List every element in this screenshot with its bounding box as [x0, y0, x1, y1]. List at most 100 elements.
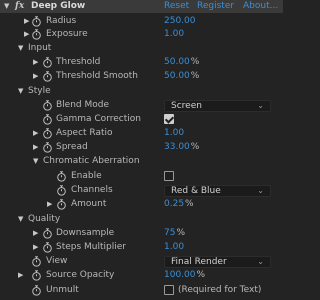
downsample-value[interactable]: 75	[164, 228, 175, 238]
chevron-down-icon: ⌄	[257, 101, 264, 110]
view-dropdown[interactable]: Final Render ⌄	[164, 256, 271, 268]
quality-group-label: Quality	[28, 214, 61, 224]
input-group-label: Input	[28, 43, 52, 53]
enable-checkbox[interactable]	[164, 171, 174, 181]
stopwatch-icon[interactable]	[42, 142, 53, 153]
downsample-field[interactable]: 75%	[164, 227, 185, 240]
channels-dropdown[interactable]: Red & Blue ⌄	[164, 185, 271, 197]
stopwatch-icon[interactable]	[56, 171, 67, 182]
stopwatch-icon[interactable]	[31, 285, 42, 296]
spread-field[interactable]: 33.00%	[164, 141, 199, 154]
fx-icon[interactable]: fx	[15, 0, 24, 13]
view-label: View	[46, 256, 68, 266]
property-row-aspect-ratio: ▶ Aspect Ratio 1.00	[0, 127, 283, 140]
group-row-style[interactable]: ▼ Style	[0, 85, 283, 98]
exposure-value[interactable]: 1.00	[164, 28, 184, 41]
chevron-down-icon: ⌄	[257, 257, 264, 266]
property-row-view: View Final Render ⌄	[0, 255, 283, 268]
triangle-right-icon[interactable]: ▶	[24, 28, 29, 41]
amount-value[interactable]: 0.25	[164, 199, 184, 209]
property-row-steps-multiplier: ▶ Steps Multiplier 1.00	[0, 241, 283, 254]
stopwatch-icon[interactable]	[42, 228, 53, 239]
stopwatch-icon[interactable]	[42, 71, 53, 82]
amount-field[interactable]: 0.25%	[164, 198, 194, 211]
blend-mode-dropdown[interactable]: Screen ⌄	[164, 100, 271, 112]
property-row-amount: ▶ Amount 0.25%	[0, 198, 283, 211]
stopwatch-icon[interactable]	[56, 185, 67, 196]
stopwatch-icon[interactable]	[31, 16, 42, 27]
threshold-value[interactable]: 50.00	[164, 57, 190, 67]
about-link[interactable]: About...	[243, 0, 278, 13]
effect-header-row[interactable]: ▼ fx Deep Glow Reset Register About...	[0, 0, 283, 13]
unmult-note: (Required for Text)	[178, 285, 262, 295]
triangle-right-icon[interactable]: ▶	[33, 141, 38, 154]
blend-mode-value: Screen	[171, 101, 202, 111]
property-row-threshold-smooth: ▶ Threshold Smooth 50.00%	[0, 70, 283, 83]
stopwatch-icon[interactable]	[42, 242, 53, 253]
stopwatch-icon[interactable]	[42, 57, 53, 68]
triangle-right-icon[interactable]: ▶	[33, 127, 38, 140]
stopwatch-icon[interactable]	[31, 29, 42, 40]
triangle-right-icon[interactable]: ▶	[24, 15, 29, 28]
stopwatch-icon[interactable]	[42, 114, 53, 125]
group-row-input[interactable]: ▼ Input	[0, 42, 283, 55]
triangle-down-icon[interactable]: ▼	[18, 213, 23, 226]
property-row-channels: Channels Red & Blue ⌄	[0, 184, 283, 197]
triangle-down-icon[interactable]: ▼	[18, 85, 23, 98]
property-row-unmult: Unmult (Required for Text)	[0, 284, 283, 297]
stopwatch-icon[interactable]	[31, 256, 42, 267]
source-opacity-field[interactable]: 100.00%	[164, 269, 205, 282]
triangle-down-icon[interactable]: ▼	[33, 155, 38, 168]
property-row-source-opacity: ▶ Source Opacity 100.00%	[0, 269, 283, 282]
spread-value[interactable]: 33.00	[164, 142, 190, 152]
property-row-downsample: ▶ Downsample 75%	[0, 227, 283, 240]
chromatic-aberration-label: Chromatic Aberration	[43, 156, 140, 166]
gamma-correction-checkbox[interactable]	[164, 114, 174, 124]
threshold-smooth-value[interactable]: 50.00	[164, 71, 190, 81]
steps-multiplier-value[interactable]: 1.00	[164, 241, 184, 254]
group-row-quality[interactable]: ▼ Quality	[0, 213, 283, 226]
source-opacity-value[interactable]: 100.00	[164, 270, 196, 280]
triangle-right-icon[interactable]: ▶	[33, 56, 38, 69]
triangle-down-icon[interactable]: ▼	[4, 0, 9, 13]
reset-link[interactable]: Reset	[164, 0, 189, 13]
property-row-radius: ▶ Radius 250.00	[0, 15, 283, 28]
enable-label: Enable	[71, 171, 102, 181]
property-row-blend-mode: Blend Mode Screen ⌄	[0, 99, 283, 112]
triangle-right-icon[interactable]: ▶	[33, 227, 38, 240]
style-group-label: Style	[28, 86, 51, 96]
aspect-ratio-value[interactable]: 1.00	[164, 127, 184, 140]
stopwatch-icon[interactable]	[42, 128, 53, 139]
radius-label: Radius	[46, 16, 77, 26]
property-row-threshold: ▶ Threshold 50.00%	[0, 56, 283, 69]
property-row-enable: Enable	[0, 170, 283, 183]
stopwatch-icon[interactable]	[42, 100, 53, 111]
source-opacity-unit: %	[196, 270, 206, 280]
effect-name: Deep Glow	[31, 1, 86, 11]
threshold-smooth-field[interactable]: 50.00%	[164, 70, 199, 83]
radius-value[interactable]: 250.00	[164, 15, 196, 28]
unmult-checkbox[interactable]	[164, 285, 174, 295]
triangle-right-icon[interactable]: ▶	[18, 269, 23, 282]
property-row-spread: ▶ Spread 33.00%	[0, 141, 283, 154]
triangle-down-icon[interactable]: ▼	[18, 42, 23, 55]
effect-controls-panel: ▼ fx Deep Glow Reset Register About... ▶…	[0, 0, 283, 300]
property-row-gamma-correction: Gamma Correction	[0, 113, 283, 126]
steps-multiplier-label: Steps Multiplier	[56, 242, 126, 252]
stopwatch-icon[interactable]	[31, 270, 42, 281]
threshold-field[interactable]: 50.00%	[164, 56, 199, 69]
triangle-right-icon[interactable]: ▶	[47, 198, 52, 211]
threshold-smooth-label: Threshold Smooth	[56, 71, 138, 81]
spread-unit: %	[190, 142, 200, 152]
stopwatch-icon[interactable]	[56, 199, 67, 210]
channels-label: Channels	[71, 185, 113, 195]
group-row-chromatic-aberration[interactable]: ▼ Chromatic Aberration	[0, 155, 283, 168]
unmult-label: Unmult	[46, 285, 79, 295]
register-link[interactable]: Register	[197, 0, 234, 13]
threshold-smooth-unit: %	[190, 71, 200, 81]
view-value: Final Render	[171, 257, 227, 267]
triangle-right-icon[interactable]: ▶	[33, 70, 38, 83]
gamma-correction-label: Gamma Correction	[56, 114, 141, 124]
channels-value: Red & Blue	[171, 186, 221, 196]
triangle-right-icon[interactable]: ▶	[33, 241, 38, 254]
